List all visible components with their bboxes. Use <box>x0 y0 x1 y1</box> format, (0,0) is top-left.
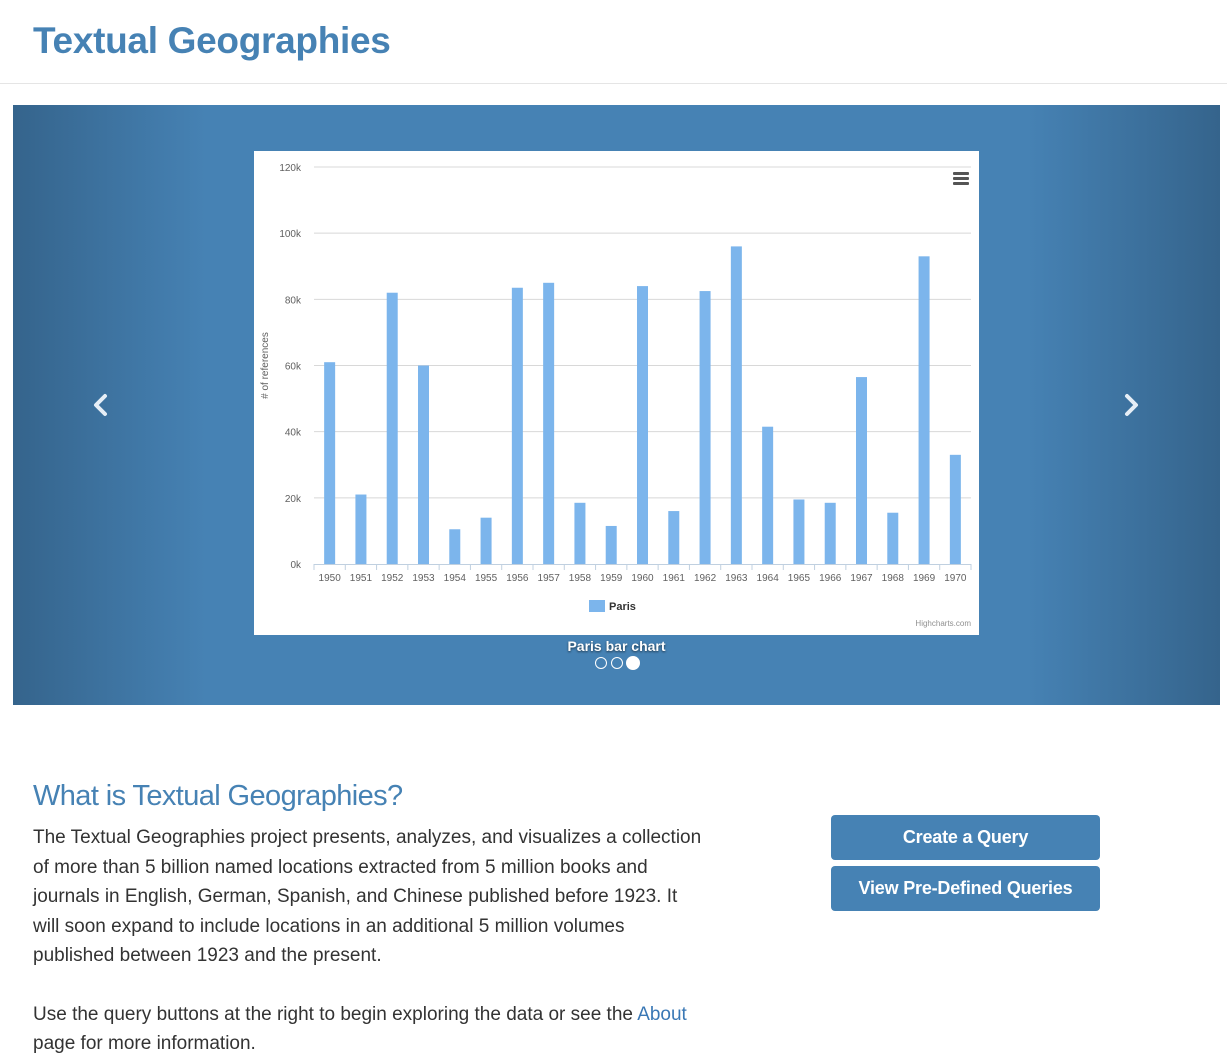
bar-1955 <box>480 517 492 564</box>
chart-carousel: 0k 20k 40k 60k 80k 100k 120k # of references 195… <box>13 105 1220 705</box>
x-tick-label: 1959 <box>600 573 623 584</box>
bar-1969 <box>918 256 930 564</box>
chart-credits: Highcharts.com <box>915 619 971 628</box>
x-tick-label: 1966 <box>819 573 842 584</box>
x-tick-label: 1951 <box>350 573 373 584</box>
x-tick-label: 1967 <box>850 573 873 584</box>
bar-1960 <box>637 286 648 564</box>
bar-1967 <box>856 377 867 564</box>
x-tick-label: 1963 <box>725 573 748 584</box>
carousel-next-button[interactable] <box>1101 375 1161 435</box>
bar-1964 <box>762 426 774 564</box>
bar-1966 <box>824 502 836 564</box>
x-tick-label: 1953 <box>412 573 435 584</box>
bar-1962 <box>699 291 711 564</box>
site-title[interactable]: Textual Geographies <box>33 20 391 62</box>
carousel-prev-button[interactable] <box>71 375 131 435</box>
about-paragraph-2: Use the query buttons at the right to be… <box>33 1000 703 1059</box>
bar-1954 <box>449 529 461 564</box>
bar-1959 <box>605 525 617 564</box>
about-paragraph-1: The Textual Geographies project presents… <box>33 827 702 966</box>
y-tick-label: 120k <box>279 163 302 174</box>
about-heading: What is Textual Geographies? <box>33 780 403 812</box>
bar-1968 <box>887 512 899 564</box>
about-link[interactable]: About <box>637 1004 687 1025</box>
bar-1963 <box>730 246 742 564</box>
bar-1970 <box>949 454 961 564</box>
x-tick-label: 1952 <box>381 573 404 584</box>
x-tick-label: 1958 <box>569 573 592 584</box>
x-tick-label: 1956 <box>506 573 529 584</box>
bar-1952 <box>386 292 398 564</box>
x-tick-label: 1950 <box>319 573 342 584</box>
y-tick-label: 60k <box>285 362 302 373</box>
x-tick-label: 1960 <box>631 573 654 584</box>
bar-1965 <box>793 499 805 564</box>
x-tick-label: 1970 <box>944 573 967 584</box>
chevron-left-icon <box>94 394 107 416</box>
x-tick-label: 1961 <box>663 573 686 584</box>
carousel-caption: Paris bar chart <box>567 638 666 654</box>
y-tick-label: 80k <box>285 295 302 306</box>
x-tick-label: 1965 <box>788 573 811 584</box>
about-paragraph-2-tail: page for more information. <box>33 1033 256 1054</box>
carousel-indicator-2[interactable] <box>611 657 623 669</box>
x-tick-label: 1962 <box>694 573 717 584</box>
bar-1953 <box>418 365 429 564</box>
site-header: Textual Geographies <box>0 0 1227 84</box>
y-tick-label: 0k <box>290 560 302 571</box>
y-tick-label: 40k <box>285 428 302 439</box>
y-tick-label: 20k <box>285 494 302 505</box>
bar-1950 <box>324 362 336 564</box>
x-tick-label: 1964 <box>757 573 780 584</box>
y-axis-title: # of references <box>260 332 271 399</box>
bar-1961 <box>668 511 680 564</box>
x-tick-label: 1957 <box>538 573 561 584</box>
bar-1956 <box>511 287 523 564</box>
bar-1958 <box>574 502 586 564</box>
x-tick-label: 1969 <box>913 573 936 584</box>
paris-bar-chart: 0k 20k 40k 60k 80k 100k 120k # of references 195… <box>254 151 979 635</box>
carousel-indicator-3[interactable] <box>626 656 640 670</box>
about-paragraph-2-text: Use the query buttons at the right to be… <box>33 1003 638 1025</box>
create-query-button[interactable]: Create a Query <box>831 815 1100 860</box>
view-predefined-queries-button[interactable]: View Pre-Defined Queries <box>831 866 1100 911</box>
x-tick-label: 1955 <box>475 573 498 584</box>
about-section: What is Textual Geographies? The Textual… <box>33 780 703 1059</box>
legend-label-paris: Paris <box>609 601 636 613</box>
x-tick-label: 1968 <box>882 573 905 584</box>
x-tick-label: 1954 <box>444 573 467 584</box>
bar-1957 <box>543 282 555 564</box>
y-tick-label: 100k <box>279 229 302 240</box>
chart-svg: 0k 20k 40k 60k 80k 100k 120k # of references 195… <box>260 163 972 628</box>
legend-swatch-paris <box>589 600 605 612</box>
hamburger-menu-icon[interactable] <box>953 172 969 186</box>
carousel-indicator-1[interactable] <box>595 657 607 669</box>
chevron-right-icon <box>1125 394 1138 416</box>
bar-1951 <box>355 494 367 564</box>
